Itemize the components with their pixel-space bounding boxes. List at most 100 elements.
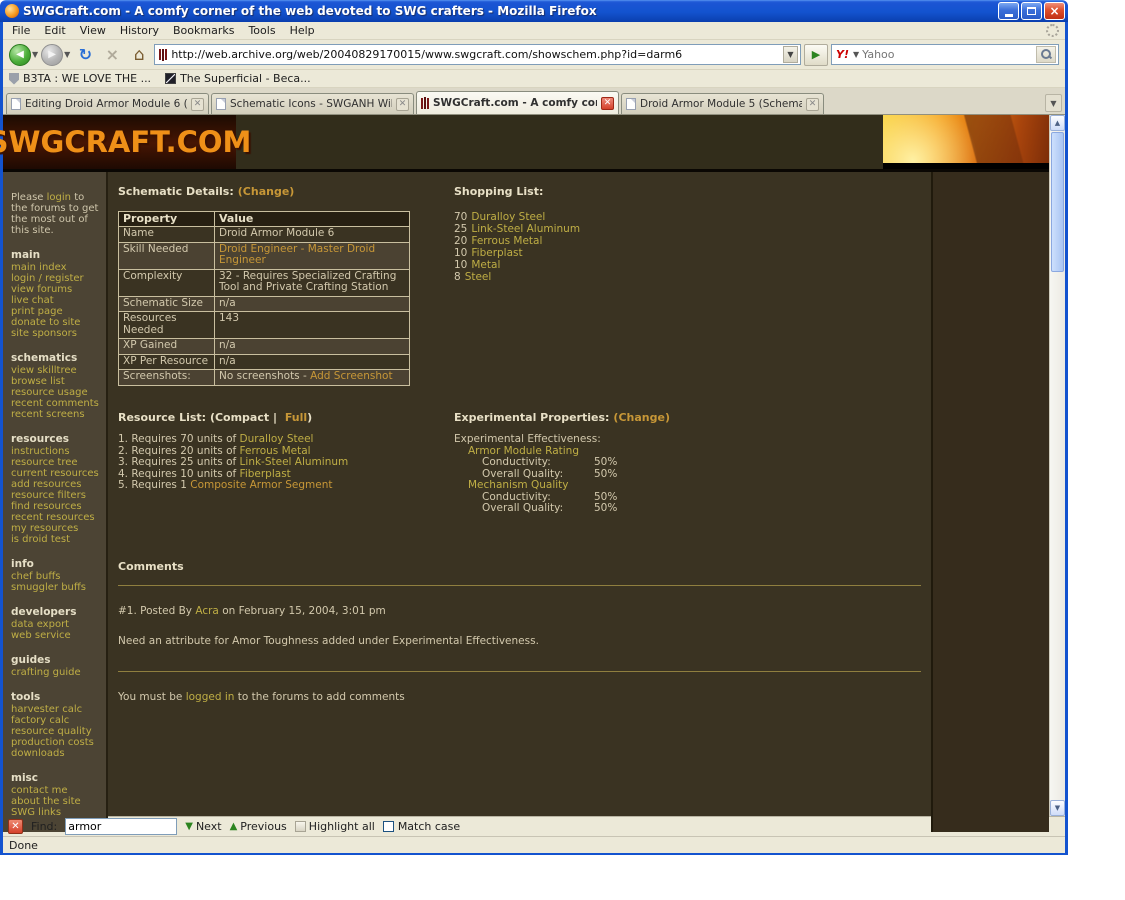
sidebar-item-resource-quality[interactable]: resource quality: [11, 726, 100, 737]
sidebar-item-login-register[interactable]: login / register: [11, 273, 100, 284]
sidebar-item-print-page[interactable]: print page: [11, 306, 100, 317]
minimize-button[interactable]: [998, 2, 1019, 20]
sidebar-item-chef-buffs[interactable]: chef buffs: [11, 571, 100, 582]
sidebar-item-find-resources[interactable]: find resources: [11, 501, 100, 512]
search-engine-dropdown-icon[interactable]: ▼: [853, 50, 859, 59]
vertical-scrollbar[interactable]: ▲ ▼: [1049, 115, 1065, 816]
web-search-input[interactable]: [862, 48, 1033, 61]
sidebar-item-downloads[interactable]: downloads: [11, 748, 100, 759]
site-logo[interactable]: SWGCRAFT.COM: [0, 115, 251, 169]
bookmark-b3ta[interactable]: B3TA : WE LOVE THE ...: [9, 72, 151, 85]
resource-link-link-steel-aluminum[interactable]: Link-Steel Aluminum: [471, 223, 580, 235]
scroll-down-button[interactable]: ▼: [1050, 800, 1065, 816]
resource-link-ferrous-metal[interactable]: Ferrous Metal: [471, 235, 542, 247]
restore-button[interactable]: [1021, 2, 1042, 20]
details-change-link[interactable]: (Change): [238, 185, 295, 198]
sidebar-item-resource-filters[interactable]: resource filters: [11, 490, 100, 501]
tab-close-icon[interactable]: ✕: [396, 97, 409, 111]
sidebar-item-main-index[interactable]: main index: [11, 262, 100, 273]
sidebar-item-browse-list[interactable]: browse list: [11, 376, 100, 387]
tab-schematic-icons[interactable]: Schematic Icons - SWGANH Wiki ✕: [211, 93, 414, 114]
list-all-tabs-button[interactable]: ▼: [1045, 94, 1062, 112]
sidebar-item-view-forums[interactable]: view forums: [11, 284, 100, 295]
match-case-checkbox[interactable]: [382, 821, 394, 832]
search-engine-icon[interactable]: Y!: [836, 48, 849, 61]
menu-file[interactable]: File: [5, 22, 37, 39]
exp-subgroup-mechanism-quality[interactable]: Mechanism Quality: [468, 479, 569, 491]
scroll-up-button[interactable]: ▲: [1050, 115, 1065, 131]
sidebar-item-add-resources[interactable]: add resources: [11, 479, 100, 490]
tab-swgcraft-active[interactable]: SWGCraft.com - A comfy corner ... ✕: [416, 91, 619, 114]
resource-link-steel[interactable]: Steel: [465, 271, 492, 283]
sidebar-item-live-chat[interactable]: live chat: [11, 295, 100, 306]
experimental-change-link[interactable]: (Change): [613, 411, 670, 424]
sidebar-item-production-costs[interactable]: production costs: [11, 737, 100, 748]
url-history-dropdown[interactable]: ▼: [783, 46, 798, 63]
menu-help[interactable]: Help: [283, 22, 322, 39]
skill-needed-link[interactable]: Droid Engineer - Master Droid Engineer: [219, 243, 375, 267]
menu-history[interactable]: History: [113, 22, 166, 39]
match-case-option[interactable]: Match case: [382, 820, 460, 833]
sidebar-item-is-droid-test[interactable]: is droid test: [11, 534, 100, 545]
sidebar-item-data-export[interactable]: data export: [11, 619, 100, 630]
menu-bookmarks[interactable]: Bookmarks: [166, 22, 241, 39]
tab-close-icon[interactable]: ✕: [601, 96, 614, 110]
resource-link-fiberplast[interactable]: Fiberplast: [471, 247, 522, 259]
menu-tools[interactable]: Tools: [241, 22, 282, 39]
forward-dropdown-icon[interactable]: ▼: [64, 50, 70, 59]
schematic-link-composite-armor-segment[interactable]: Composite Armor Segment: [190, 479, 332, 491]
sidebar-item-factory-calc[interactable]: factory calc: [11, 715, 100, 726]
login-link[interactable]: login: [47, 192, 71, 203]
sidebar-item-resource-usage[interactable]: resource usage: [11, 387, 100, 398]
sidebar-item-recent-comments[interactable]: recent comments: [11, 398, 100, 409]
sidebar-item-crafting-guide[interactable]: crafting guide: [11, 667, 100, 678]
scrollbar-track[interactable]: [1050, 273, 1065, 800]
resource-link-ferrous-metal[interactable]: Ferrous Metal: [240, 445, 311, 457]
sidebar-item-contact-me[interactable]: contact me: [11, 785, 100, 796]
search-box[interactable]: Y! ▼: [831, 44, 1059, 65]
sidebar-item-resource-tree[interactable]: resource tree: [11, 457, 100, 468]
sidebar-item-current-resources[interactable]: current resources: [11, 468, 100, 479]
stop-button[interactable]: ×: [100, 43, 124, 67]
tab-close-icon[interactable]: ✕: [806, 97, 819, 111]
find-close-button[interactable]: ✕: [8, 819, 23, 834]
exp-subgroup-armor-module-rating[interactable]: Armor Module Rating: [468, 445, 579, 457]
menu-view[interactable]: View: [73, 22, 113, 39]
find-input[interactable]: [65, 818, 178, 835]
sidebar-item-instructions[interactable]: instructions: [11, 446, 100, 457]
sidebar-item-smuggler-buffs[interactable]: smuggler buffs: [11, 582, 100, 593]
comment-author-link[interactable]: Acra: [195, 605, 219, 617]
add-screenshot-link[interactable]: Add Screenshot: [310, 370, 392, 382]
sidebar-item-view-skilltree[interactable]: view skilltree: [11, 365, 100, 376]
sidebar-item-about-the-site[interactable]: about the site: [11, 796, 100, 807]
sidebar-item-donate[interactable]: donate to site: [11, 317, 100, 328]
view-full-link[interactable]: Full: [285, 411, 307, 424]
url-input[interactable]: [171, 48, 779, 61]
bookmark-superficial[interactable]: The Superficial - Beca...: [165, 72, 311, 85]
tab-droid-armor-5[interactable]: Droid Armor Module 5 (Schematic) - S... …: [621, 93, 824, 114]
resource-link-duralloy-steel[interactable]: Duralloy Steel: [240, 433, 314, 445]
highlight-all-button[interactable]: Highlight all: [294, 820, 375, 833]
sidebar-item-my-resources[interactable]: my resources: [11, 523, 100, 534]
tab-close-icon[interactable]: ✕: [191, 97, 204, 111]
home-button[interactable]: ⌂: [127, 43, 151, 67]
menu-edit[interactable]: Edit: [37, 22, 72, 39]
forward-button[interactable]: ▶: [41, 43, 64, 66]
search-submit-button[interactable]: [1036, 46, 1056, 63]
back-dropdown-icon[interactable]: ▼: [32, 50, 38, 59]
find-previous-button[interactable]: ▲ Previous: [230, 820, 287, 833]
scrollbar-thumb[interactable]: [1051, 132, 1064, 272]
resource-link-link-steel-aluminum[interactable]: Link-Steel Aluminum: [240, 456, 349, 468]
resource-link-duralloy-steel[interactable]: Duralloy Steel: [471, 211, 545, 223]
go-button[interactable]: ▶: [804, 43, 828, 66]
sidebar-item-recent-screens[interactable]: recent screens: [11, 409, 100, 420]
resource-link-metal[interactable]: Metal: [471, 259, 500, 271]
reload-button[interactable]: ↻: [73, 43, 97, 67]
sidebar-item-harvester-calc[interactable]: harvester calc: [11, 704, 100, 715]
address-bar[interactable]: ▼: [154, 44, 801, 65]
sidebar-item-swg-links[interactable]: SWG links: [11, 807, 100, 818]
tab-editing-droid-armor[interactable]: Editing Droid Armor Module 6 (Schema... …: [6, 93, 209, 114]
close-window-button[interactable]: ×: [1044, 2, 1065, 20]
sidebar-item-recent-resources[interactable]: recent resources: [11, 512, 100, 523]
resource-link-fiberplast[interactable]: Fiberplast: [240, 468, 291, 480]
